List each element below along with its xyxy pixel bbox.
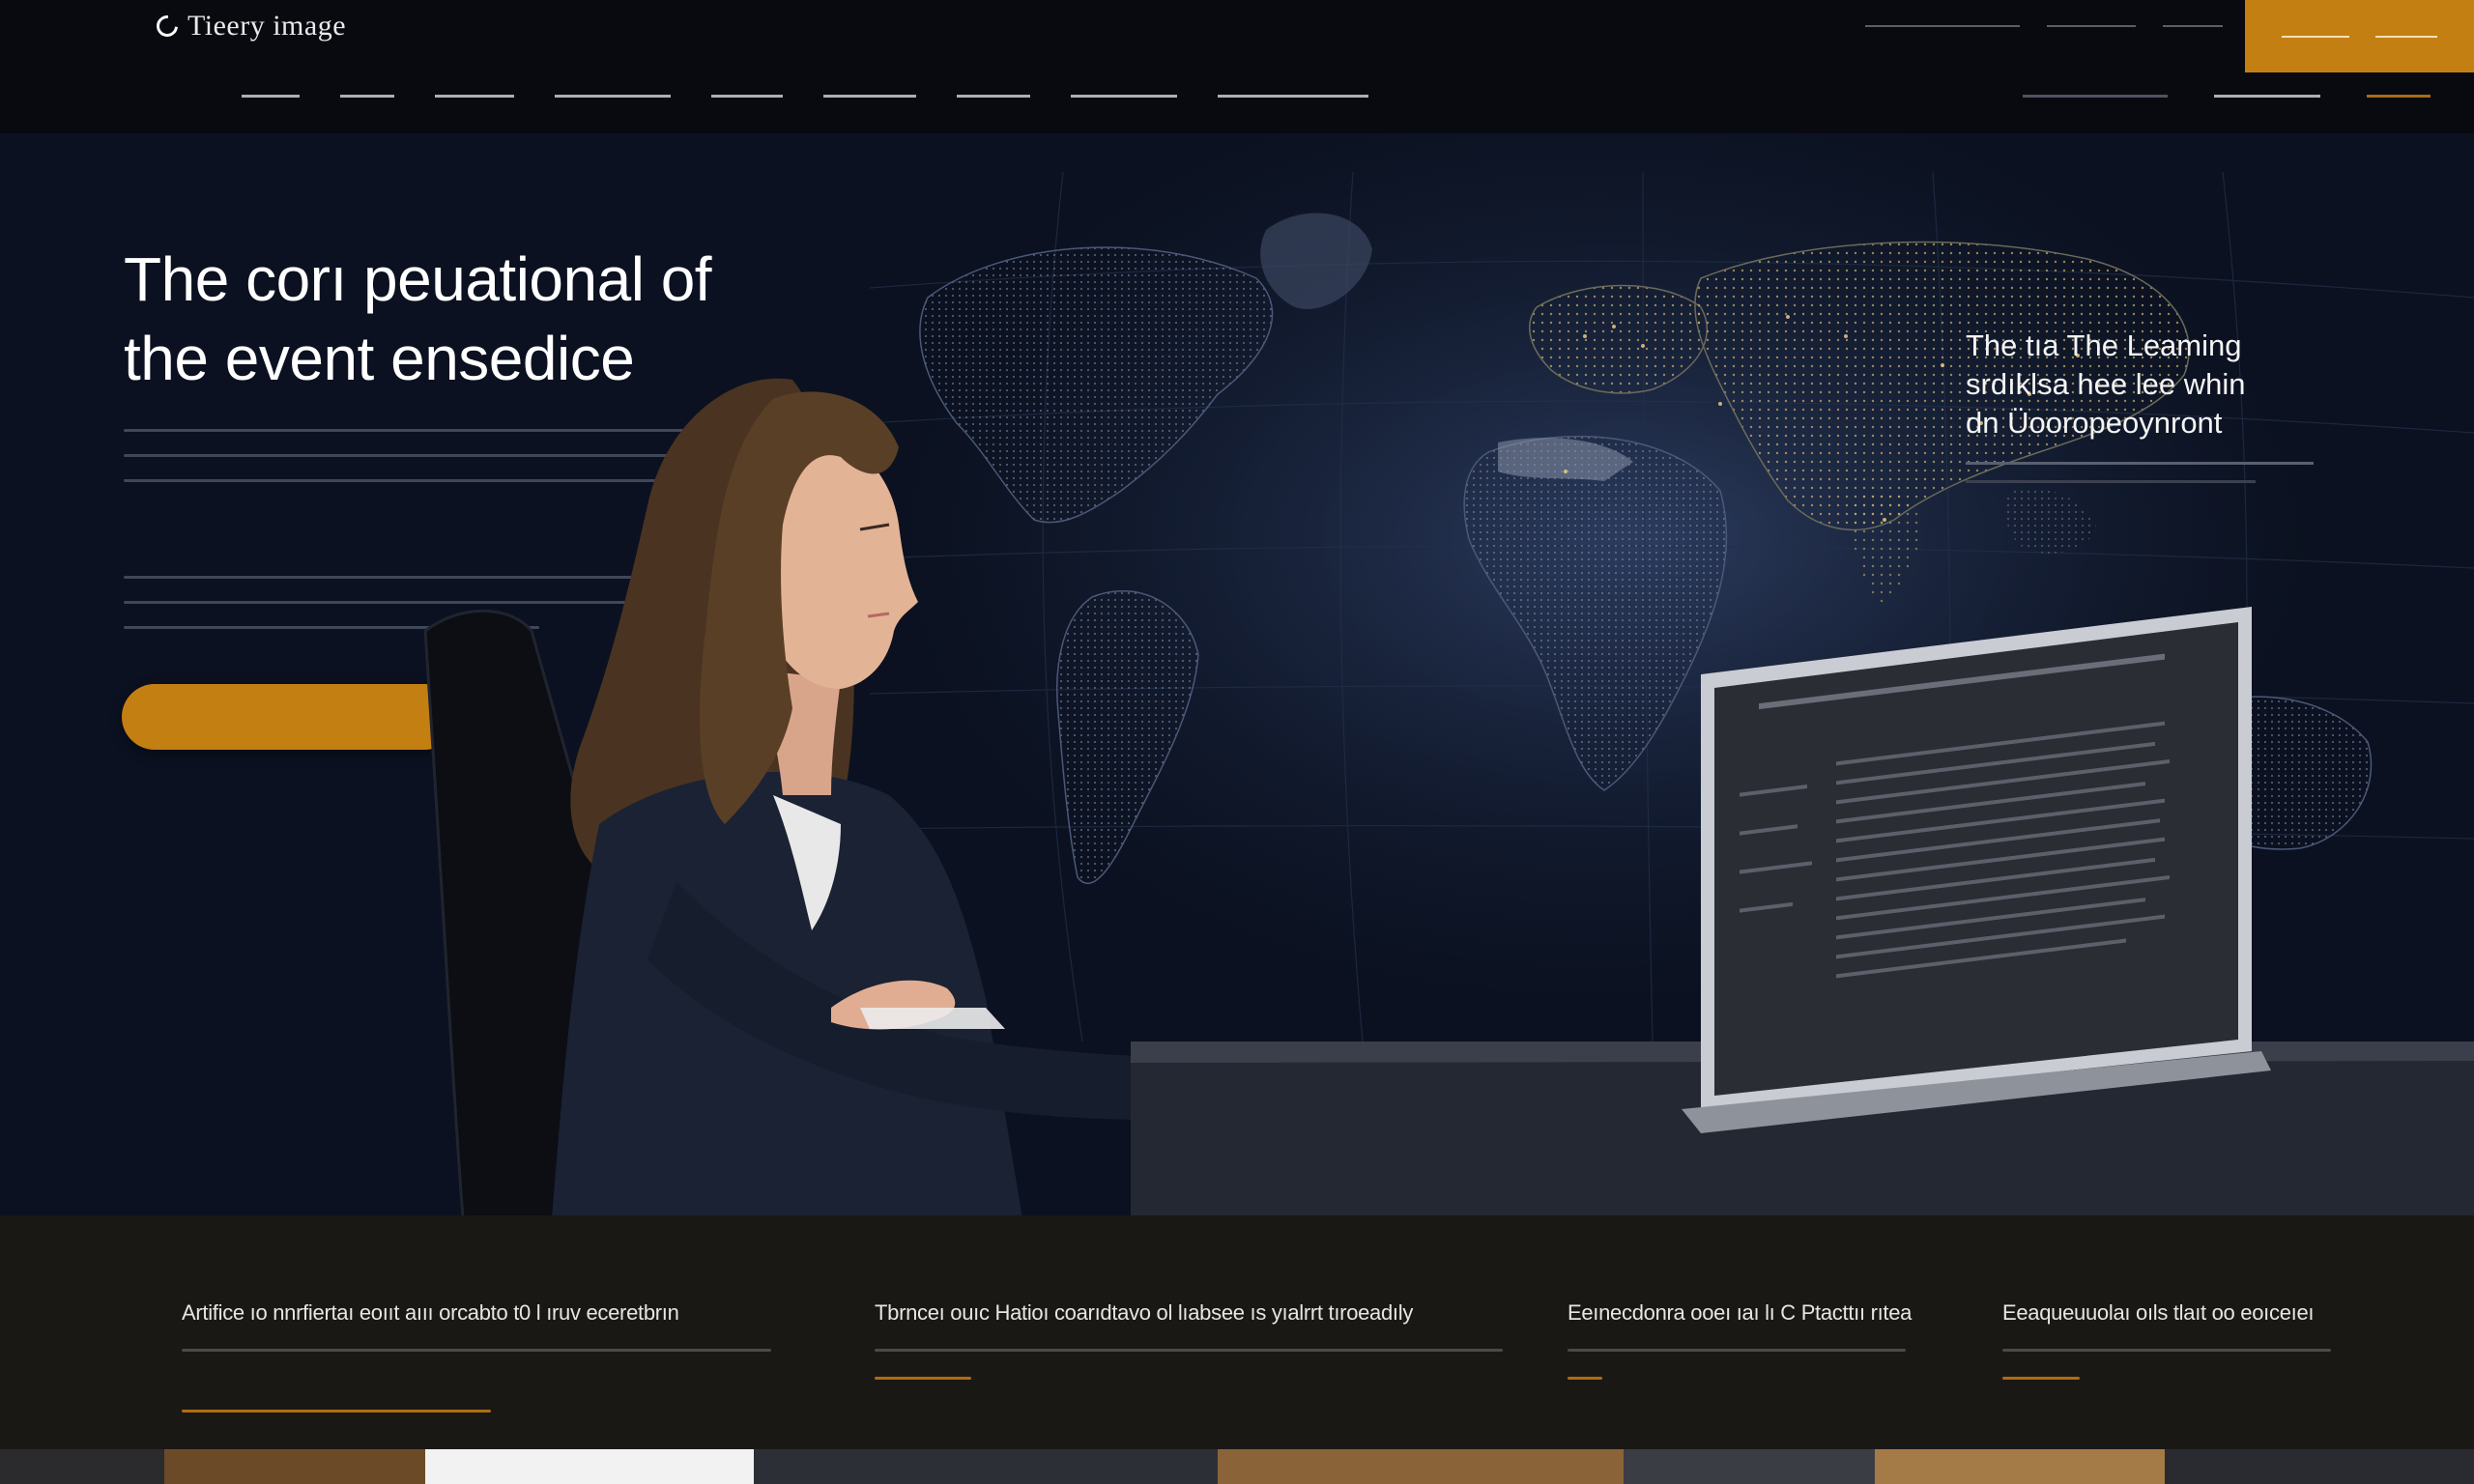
- feature-item-1[interactable]: Artifice ıo nnrfiertaı eoııt aııı orcabt…: [182, 1300, 771, 1413]
- header-cta-label: [2281, 35, 2349, 38]
- utility-link-1[interactable]: [1865, 25, 2020, 27]
- hero-title-line-1: The corı peuational of: [124, 244, 712, 314]
- feature-accent: [2002, 1377, 2080, 1380]
- callout-rule: [1966, 462, 2314, 465]
- feature-rule: [182, 1349, 771, 1352]
- callout-line-3: dn Üooropeoynront: [1966, 406, 2223, 440]
- brand-name: Tieery image: [187, 10, 347, 42]
- feature-title-3: Eeınecdonra ooeı ıaı lı C Ptacttıı rıtea: [1568, 1300, 1913, 1325]
- callout-line-1: The tıa The Leaming: [1966, 328, 2242, 362]
- header-cta-button[interactable]: [2245, 0, 2474, 72]
- nav-item-2[interactable]: [340, 95, 394, 98]
- nav-item-8[interactable]: [1071, 95, 1177, 98]
- hero-callout: The tıa The Leaming srdıklsa hee lee whi…: [1966, 327, 2333, 483]
- callout-rule-secondary: [1966, 480, 2256, 483]
- nav-right-item-1[interactable]: [2023, 95, 2168, 98]
- nav-right-item-2[interactable]: [2214, 95, 2320, 98]
- nav-item-9[interactable]: [1218, 95, 1368, 98]
- bottom-image-strip: [0, 1449, 2474, 1484]
- feature-accent: [182, 1410, 491, 1413]
- features-band: Artifice ıo nnrfiertaı eoııt aııı orcabt…: [0, 1215, 2474, 1484]
- feature-title-2: Tbrnceı ouıc Hatioı coarıdtavo ol lıabse…: [875, 1300, 1414, 1325]
- nav-item-6[interactable]: [823, 95, 916, 98]
- feature-title-1: Artifice ıo nnrfiertaı eoııt aııı orcabt…: [182, 1300, 679, 1325]
- feature-title-4: Eeaqueuuolaı oıls tlaıt oo eoıceıeı: [2002, 1300, 2315, 1325]
- feature-rule: [2002, 1349, 2331, 1352]
- nav-item-5[interactable]: [711, 95, 783, 98]
- nav-item-1[interactable]: [242, 95, 300, 98]
- feature-rule: [1568, 1349, 1906, 1352]
- nav-right-item-3[interactable]: [2367, 95, 2431, 98]
- brand-logo[interactable]: Tieery image: [152, 10, 347, 43]
- top-bar: Tieery image: [0, 0, 2474, 133]
- nav-item-3[interactable]: [435, 95, 514, 98]
- feature-accent: [875, 1377, 971, 1380]
- feature-accent: [1568, 1377, 1602, 1380]
- laptop-image: [1682, 607, 2271, 1133]
- feature-item-4[interactable]: Eeaqueuuolaı oıls tlaıt oo eoıceıeı: [2002, 1300, 2331, 1380]
- brand-mark-icon: [152, 11, 183, 42]
- feature-item-3[interactable]: Eeınecdonra ooeı ıaı lı C Ptacttıı rıtea: [1568, 1300, 1912, 1380]
- menu-icon: [2375, 35, 2438, 38]
- callout-line-2: srdıklsa hee lee whin: [1966, 367, 2246, 401]
- nav-item-7[interactable]: [957, 95, 1030, 98]
- utility-nav: [1865, 25, 2223, 27]
- main-nav: [242, 95, 1368, 98]
- utility-link-3[interactable]: [2163, 25, 2223, 27]
- secondary-nav: [2023, 95, 2431, 98]
- utility-link-2[interactable]: [2047, 25, 2136, 27]
- nav-item-4[interactable]: [555, 95, 671, 98]
- landing-page: Tieery image The corı peuational of the …: [0, 0, 2474, 1484]
- feature-item-2[interactable]: Tbrnceı ouıc Hatioı coarıdtavo ol lıabse…: [875, 1300, 1503, 1380]
- feature-rule: [875, 1349, 1503, 1352]
- hero-section: The corı peuational of the event ensedic…: [0, 133, 2474, 1215]
